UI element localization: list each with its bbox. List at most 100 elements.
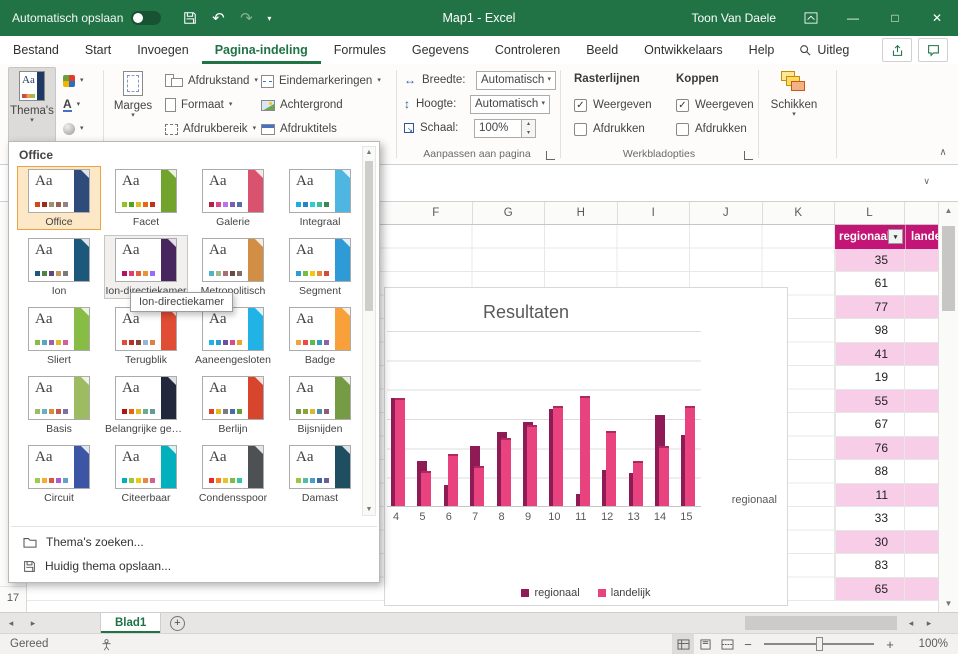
ribbon-tab[interactable]: Formules xyxy=(321,36,399,64)
theme-tile[interactable]: Aa Citeerbaar xyxy=(104,442,188,506)
table-cell-value[interactable]: 83 xyxy=(835,554,905,578)
column-header[interactable]: L xyxy=(835,202,905,224)
save-icon[interactable] xyxy=(177,5,203,31)
sheet-tab-blad1[interactable]: Blad1 xyxy=(100,613,162,633)
table-cell-clipped[interactable] xyxy=(905,460,938,484)
table-cell-value[interactable]: 55 xyxy=(835,389,905,413)
page-layout-view-button[interactable] xyxy=(694,634,716,654)
sheet-nav-right-icon[interactable]: ▸ xyxy=(22,613,44,633)
table-cell-value[interactable]: 61 xyxy=(835,272,905,296)
zoom-percentage[interactable]: 100% xyxy=(906,638,948,650)
zoom-slider-thumb[interactable] xyxy=(816,637,823,651)
gridlines-view-checkbox[interactable]: ✓ Weergeven xyxy=(574,96,652,114)
print-area-button[interactable]: Afdrukbereik ▾ xyxy=(162,118,259,140)
zoom-slider[interactable] xyxy=(764,637,874,651)
theme-fonts-button[interactable]: A ▾ xyxy=(60,94,83,116)
gridlines-print-checkbox[interactable]: Afdrukken xyxy=(574,120,645,138)
save-theme-item[interactable]: Huidig thema opslaan... xyxy=(11,554,377,578)
theme-tile[interactable]: Aa Metropolitisch xyxy=(191,235,275,299)
share-icon[interactable] xyxy=(882,38,912,62)
vertical-scrollbar-thumb[interactable] xyxy=(942,226,955,311)
hscroll-left-icon[interactable]: ◂ xyxy=(903,616,919,630)
table-cell-value[interactable]: 30 xyxy=(835,530,905,554)
tab-uitleg[interactable]: Uitleg xyxy=(787,36,861,64)
scale-input[interactable]: 100% xyxy=(474,118,522,138)
sheet-options-dialog-launcher[interactable] xyxy=(744,146,758,160)
column-header[interactable]: H xyxy=(545,202,618,224)
table-header-landelijk[interactable]: landelijk xyxy=(905,225,938,249)
horizontal-scrollbar-thumb[interactable] xyxy=(745,616,897,630)
width-combobox[interactable]: Automatisch ▾ xyxy=(476,70,556,90)
browse-themes-item[interactable]: Thema's zoeken... xyxy=(11,530,377,554)
ribbon-tab[interactable]: Pagina-indeling xyxy=(202,36,321,64)
column-header[interactable]: J xyxy=(690,202,763,224)
theme-tile[interactable]: Aa Basis xyxy=(17,373,101,437)
headings-view-checkbox[interactable]: ✓ Weergeven xyxy=(676,96,754,114)
theme-effects-button[interactable]: ▾ xyxy=(60,118,87,140)
collapse-ribbon-icon[interactable]: ∧ xyxy=(934,144,952,160)
table-cell-value[interactable]: 65 xyxy=(835,577,905,601)
ribbon-tab[interactable]: Start xyxy=(72,36,124,64)
table-cell-value[interactable]: 19 xyxy=(835,366,905,390)
table-cell-value[interactable]: 67 xyxy=(835,413,905,437)
spin-down-icon[interactable]: ▾ xyxy=(522,128,535,137)
minimize-button[interactable]: — xyxy=(832,0,874,36)
theme-tile[interactable]: Aa Sliert xyxy=(17,304,101,368)
breaks-button[interactable]: Eindemarkeringen ▾ xyxy=(258,70,384,92)
table-header-regionaal[interactable]: regionaal ▾ xyxy=(835,225,905,249)
comments-icon[interactable] xyxy=(918,38,948,62)
theme-tile[interactable]: Aa Bijsnijden xyxy=(278,373,362,437)
account-name[interactable]: Toon Van Daele xyxy=(691,11,776,25)
table-cell-value[interactable]: 88 xyxy=(835,460,905,484)
scroll-up-icon[interactable]: ▲ xyxy=(363,149,375,156)
ribbon-tab[interactable]: Controleren xyxy=(482,36,573,64)
ribbon-tab[interactable]: Ontwikkelaars xyxy=(631,36,736,64)
ribbon-tab[interactable]: Beeld xyxy=(573,36,631,64)
theme-tile[interactable]: Aa Ion-directiekamer xyxy=(104,235,188,299)
row-header-17[interactable]: 17 xyxy=(0,586,26,609)
table-cell-clipped[interactable] xyxy=(905,413,938,437)
size-button[interactable]: Formaat ▾ xyxy=(162,94,235,116)
orientation-button[interactable]: Afdrukstand ▾ xyxy=(162,70,261,92)
table-cell-clipped[interactable] xyxy=(905,554,938,578)
new-sheet-button[interactable]: + xyxy=(161,613,193,633)
theme-colors-button[interactable]: ▾ xyxy=(60,70,87,92)
theme-tile[interactable]: Aa Damast xyxy=(278,442,362,506)
autosave-toggle[interactable] xyxy=(131,11,162,25)
theme-tile[interactable]: Aa Facet xyxy=(104,166,188,230)
table-cell-clipped[interactable] xyxy=(905,507,938,531)
theme-tile[interactable]: Aa Aaneengesloten xyxy=(191,304,275,368)
zoom-out-icon[interactable]: − xyxy=(738,637,758,652)
scale-dialog-launcher[interactable] xyxy=(546,146,560,160)
theme-tile[interactable]: Aa Terugblik xyxy=(104,304,188,368)
table-cell-clipped[interactable] xyxy=(905,389,938,413)
filter-icon[interactable]: ▾ xyxy=(888,229,903,244)
maximize-button[interactable]: □ xyxy=(874,0,916,36)
theme-tile[interactable]: Aa Integraal xyxy=(278,166,362,230)
undo-icon[interactable]: ↶ xyxy=(205,5,231,31)
panel-scrollbar[interactable]: ▲ ▼ xyxy=(362,146,376,516)
expand-formula-bar-icon[interactable]: ∨ xyxy=(923,176,930,187)
scroll-up-icon[interactable]: ▲ xyxy=(939,206,958,215)
table-cell-clipped[interactable] xyxy=(905,577,938,601)
theme-tile[interactable]: Aa Office xyxy=(17,166,101,230)
spin-up-icon[interactable]: ▴ xyxy=(522,119,535,128)
table-cell-value[interactable]: 41 xyxy=(835,342,905,366)
theme-tile[interactable]: Aa Badge xyxy=(278,304,362,368)
panel-scrollbar-thumb[interactable] xyxy=(365,161,373,311)
ribbon-tab[interactable]: Invoegen xyxy=(124,36,201,64)
table-cell-clipped[interactable] xyxy=(905,366,938,390)
theme-tile[interactable]: Aa Segment xyxy=(278,235,362,299)
table-cell-clipped[interactable] xyxy=(905,295,938,319)
table-cell-clipped[interactable] xyxy=(905,483,938,507)
ribbon-tab[interactable]: Help xyxy=(736,36,788,64)
theme-tile[interactable]: Aa Belangrijke gebeurtenis xyxy=(104,373,188,437)
table-cell-value[interactable]: 35 xyxy=(835,248,905,272)
height-combobox[interactable]: Automatisch ▾ xyxy=(470,94,550,114)
background-button[interactable]: Achtergrond xyxy=(258,94,346,116)
sheet-nav-left-icon[interactable]: ◂ xyxy=(0,613,22,633)
accessibility-icon[interactable] xyxy=(100,638,113,651)
column-header[interactable]: F xyxy=(400,202,473,224)
table-cell-clipped[interactable] xyxy=(905,530,938,554)
ribbon-tab[interactable]: Bestand xyxy=(0,36,72,64)
